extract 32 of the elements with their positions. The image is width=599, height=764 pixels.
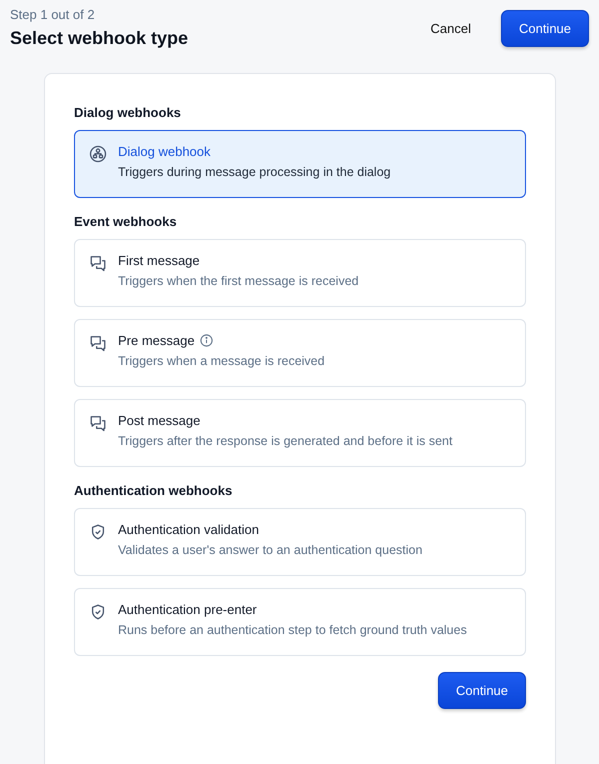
cancel-button[interactable]: Cancel [420, 13, 491, 44]
option-description: Validates a user's answer to an authentication question [118, 543, 422, 557]
chat-bubbles-icon [89, 414, 107, 432]
step-indicator: Step 1 out of 2 [10, 7, 96, 22]
webhook-option[interactable]: Pre message Triggers when a message is received [74, 319, 526, 387]
option-description: Triggers when the first message is received [118, 274, 359, 288]
option-title: Authentication pre-enter [118, 602, 257, 617]
option-title: Dialog webhook [118, 144, 211, 159]
section-heading: Authentication webhooks [74, 483, 234, 498]
chat-bubbles-icon [89, 334, 107, 352]
option-description: Runs before an authentication step to fetch ground truth values [118, 623, 467, 637]
option-description: Triggers when a message is received [118, 354, 325, 368]
option-title: First message [118, 253, 200, 268]
webhook-option[interactable]: First message Triggers when the first message is received [74, 239, 526, 307]
shield-check-icon [89, 523, 107, 541]
option-title: Pre message [118, 333, 195, 348]
continue-button[interactable]: Continue [438, 672, 526, 709]
webhook-option[interactable]: Authentication pre-enter Runs before an authentication step to fetch ground truth values [74, 588, 526, 656]
option-description: Triggers during message processing in the dialog [118, 165, 391, 179]
chat-bubbles-icon [89, 254, 107, 272]
webhook-option[interactable]: Dialog webhook Triggers during message processing in the dialog [74, 130, 526, 198]
shield-check-icon [89, 603, 107, 621]
option-description: Triggers after the response is generated and before it is sent [118, 434, 452, 448]
option-title: Authentication validation [118, 522, 259, 537]
section-heading: Dialog webhooks [74, 105, 182, 120]
section-heading: Event webhooks [74, 214, 178, 229]
continue-button[interactable]: Continue [501, 10, 589, 47]
flowchart-icon [89, 145, 107, 163]
webhook-option[interactable]: Authentication validation Validates a user's answer to an authentication question [74, 508, 526, 576]
webhook-option[interactable]: Post message Triggers after the response is generated and before it is sent [74, 399, 526, 467]
option-title: Post message [118, 413, 200, 428]
page-title: Select webhook type [10, 28, 188, 49]
